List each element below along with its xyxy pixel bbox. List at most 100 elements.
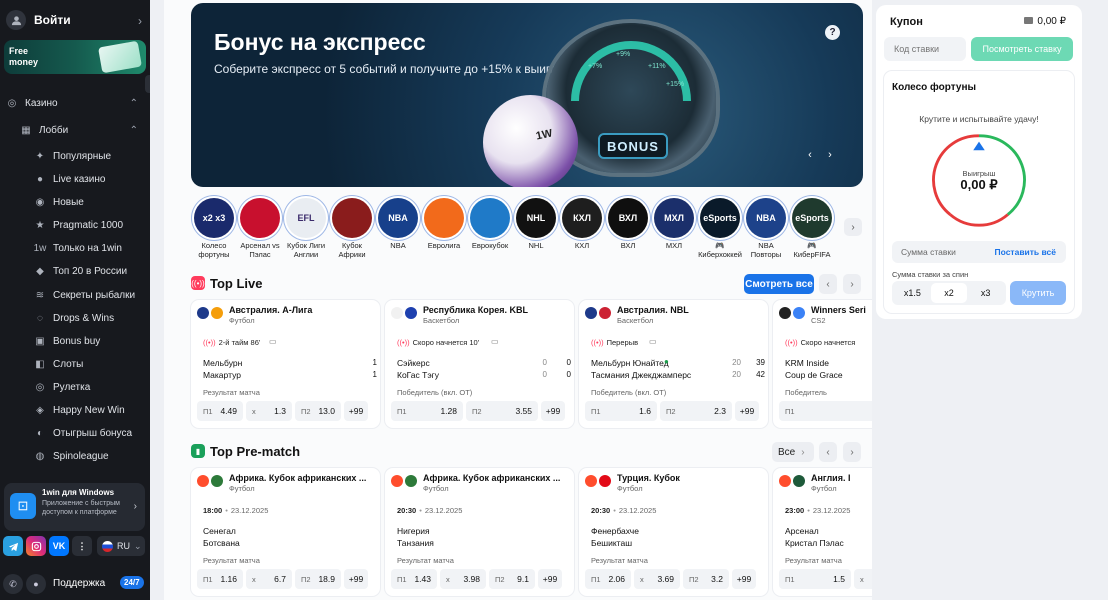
all-button[interactable]: Все › bbox=[772, 442, 814, 462]
sidebar-item[interactable]: ◉ Новые bbox=[0, 191, 150, 213]
odds-button[interactable]: П2 2.3 bbox=[660, 401, 732, 421]
story-item[interactable]: Кубок Африки bbox=[329, 198, 375, 262]
multiplier-option[interactable]: x1.5 bbox=[894, 283, 931, 303]
sidebar-item[interactable]: 1w Только на 1win bbox=[0, 237, 150, 259]
sidebar-item-label: Казино bbox=[25, 97, 58, 109]
more-markets-button[interactable]: +99 bbox=[732, 569, 756, 589]
odds-button[interactable]: П1 1.16 bbox=[197, 569, 243, 589]
bet-all-button[interactable]: Поставить всё bbox=[995, 247, 1056, 257]
login-button[interactable]: Войти › bbox=[0, 0, 150, 40]
phone-icon[interactable]: ✆ bbox=[3, 574, 23, 594]
multiplier-option[interactable]: x2 bbox=[930, 283, 968, 303]
odds-button[interactable]: П1 2.06 bbox=[585, 569, 631, 589]
prematch-next-icon[interactable]: › bbox=[843, 442, 861, 462]
banner-prev-icon[interactable]: ‹ bbox=[801, 146, 819, 164]
sidebar-item[interactable]: ◎ Казино ⌃ bbox=[0, 92, 150, 114]
odds-button[interactable]: П1 1.6 bbox=[585, 401, 657, 421]
odds-button[interactable]: П2 3.55 bbox=[466, 401, 538, 421]
sidebar-item[interactable]: ▣ Bonus buy bbox=[0, 330, 150, 352]
live-match-card[interactable]: Австралия. А-Лига Футбол ((•)) 2-й тайм 86'… bbox=[191, 300, 380, 428]
language-select[interactable]: RU ⌄ bbox=[97, 536, 145, 556]
free-money-label: Free money bbox=[9, 46, 39, 67]
story-item[interactable]: Евролига bbox=[421, 198, 467, 262]
prematch-card[interactable]: Африка. Кубок африканских ... Футбол 20:30… bbox=[385, 468, 574, 596]
prematch-prev-icon[interactable]: ‹ bbox=[819, 442, 837, 462]
live-prev-icon[interactable]: ‹ bbox=[819, 274, 837, 294]
odds-button[interactable]: x 1.3 bbox=[246, 401, 292, 421]
sidebar-item[interactable]: ≋ Секреты рыбалки bbox=[0, 284, 150, 306]
login-label: Войти bbox=[34, 13, 71, 27]
odds-value: 9.1 bbox=[517, 574, 529, 584]
story-item[interactable]: eSports 🎮 КиберFIFA bbox=[789, 198, 835, 262]
banner-next-icon[interactable]: › bbox=[821, 146, 839, 164]
odds-button[interactable]: x 3.98 bbox=[440, 569, 486, 589]
chevron-right-icon: › bbox=[138, 14, 142, 28]
live-match-card[interactable]: Республика Корея. KBL Баскетбол ((•)) Скоро… bbox=[385, 300, 574, 428]
promo-banner[interactable]: Бонус на экспресс Соберите экспресс от 5… bbox=[191, 3, 863, 187]
sidebar-item[interactable]: ▦ Лобби ⌃ bbox=[0, 119, 150, 141]
stake-input[interactable]: Сумма ставки Поставить всё bbox=[892, 241, 1066, 263]
support-row[interactable]: ✆ ● Поддержка 24/7 bbox=[0, 572, 150, 596]
story-item[interactable]: NBA NBA bbox=[375, 198, 421, 262]
more-markets-button[interactable]: +99 bbox=[344, 401, 368, 421]
chat-icon[interactable]: ● bbox=[26, 574, 46, 594]
free-money-banner[interactable]: Free money bbox=[4, 40, 146, 74]
prematch-card[interactable]: Англия. I Футбол 23:00 • 23.12.2025 Арсенал Кр… bbox=[773, 468, 872, 596]
odds-button[interactable]: П1 1.43 bbox=[391, 569, 437, 589]
bet-code-input[interactable] bbox=[884, 37, 966, 61]
sidebar-item[interactable]: ◐ Отыгрыш бонуса bbox=[0, 422, 150, 444]
sidebar-item[interactable]: ◍ Spinoleague bbox=[0, 445, 150, 467]
odds-button[interactable]: П1 4.49 bbox=[197, 401, 243, 421]
telegram-icon[interactable] bbox=[3, 536, 23, 556]
multiplier-option[interactable]: x3 bbox=[967, 283, 1004, 303]
odds-button[interactable]: x 6.7 bbox=[246, 569, 292, 589]
odds-button[interactable]: П2 18.9 bbox=[295, 569, 341, 589]
story-item[interactable]: NHL NHL bbox=[513, 198, 559, 262]
instagram-icon[interactable] bbox=[26, 536, 46, 556]
story-item[interactable]: NBA NBA Повторы bbox=[743, 198, 789, 262]
odds-button[interactable]: П1 1.28 bbox=[391, 401, 463, 421]
sidebar-item[interactable]: ◆ Топ 20 в России bbox=[0, 260, 150, 282]
more-icon[interactable]: ⋮ bbox=[72, 536, 92, 556]
more-markets-button[interactable]: +99 bbox=[541, 401, 565, 421]
story-item[interactable]: Еврокубок bbox=[467, 198, 513, 262]
spin-button[interactable]: Крутить bbox=[1010, 281, 1066, 305]
sidebar-item[interactable]: ★ Pragmatic 1000 bbox=[0, 214, 150, 236]
story-label: Еврокубок bbox=[471, 241, 509, 250]
view-bet-button[interactable]: Посмотреть ставку bbox=[971, 37, 1073, 61]
odds-button[interactable]: П2 13.0 bbox=[295, 401, 341, 421]
story-item[interactable]: x2 x3 Колесо фортуны bbox=[191, 198, 237, 262]
live-next-icon[interactable]: › bbox=[843, 274, 861, 294]
stories-next-icon[interactable]: › bbox=[844, 218, 862, 236]
windows-app-promo[interactable]: ⊡ 1win для Windows Приложение с быстрым … bbox=[4, 483, 145, 531]
odds-button[interactable]: П2 9.1 bbox=[489, 569, 535, 589]
odds-button[interactable]: x4 bbox=[854, 569, 872, 589]
story-item[interactable]: МХЛ МХЛ bbox=[651, 198, 697, 262]
sidebar-item-label: Bonus buy bbox=[53, 335, 101, 347]
odds-button[interactable]: П2 3.2 bbox=[683, 569, 729, 589]
odds-button[interactable]: П1 1.5 bbox=[779, 569, 851, 589]
live-match-card[interactable]: Winners Seri CS2 ((•)) Скоро начнется KRM In… bbox=[773, 300, 872, 428]
odds-button[interactable]: x 3.69 bbox=[634, 569, 680, 589]
sidebar-item[interactable]: ◧ Слоты bbox=[0, 353, 150, 375]
story-item[interactable]: ВХЛ ВХЛ bbox=[605, 198, 651, 262]
odds-button[interactable]: П12.1 bbox=[779, 401, 872, 421]
more-markets-button[interactable]: +99 bbox=[538, 569, 562, 589]
live-match-card[interactable]: Австралия. NBL Баскетбол ((•)) Перерыв ▭ Мель… bbox=[579, 300, 768, 428]
sidebar-item[interactable]: ◎ Рулетка bbox=[0, 376, 150, 398]
more-markets-button[interactable]: +99 bbox=[735, 401, 759, 421]
prematch-card[interactable]: Африка. Кубок африканских ... Футбол 18:00… bbox=[191, 468, 380, 596]
prematch-card[interactable]: Турция. Кубок Футбол 20:30 • 23.12.2025 Фенер… bbox=[579, 468, 768, 596]
sidebar-item[interactable]: ◌ Drops & Wins bbox=[0, 307, 150, 329]
story-item[interactable]: Арсенал vs Пэлас bbox=[237, 198, 283, 262]
story-item[interactable]: eSports 🎮 Киберхоккей bbox=[697, 198, 743, 262]
help-icon[interactable]: ? bbox=[825, 25, 840, 40]
sidebar-item[interactable]: ● Live казино bbox=[0, 168, 150, 190]
sidebar-item[interactable]: ◈ Happy New Win bbox=[0, 399, 150, 421]
sidebar-item[interactable]: ✦ Популярные bbox=[0, 145, 150, 167]
more-markets-button[interactable]: +99 bbox=[344, 569, 368, 589]
story-item[interactable]: EFL Кубок Лиги Англии bbox=[283, 198, 329, 262]
story-item[interactable]: КХЛ КХЛ bbox=[559, 198, 605, 262]
see-all-button[interactable]: Смотреть все bbox=[744, 274, 814, 294]
vk-icon[interactable]: VK bbox=[49, 536, 69, 556]
